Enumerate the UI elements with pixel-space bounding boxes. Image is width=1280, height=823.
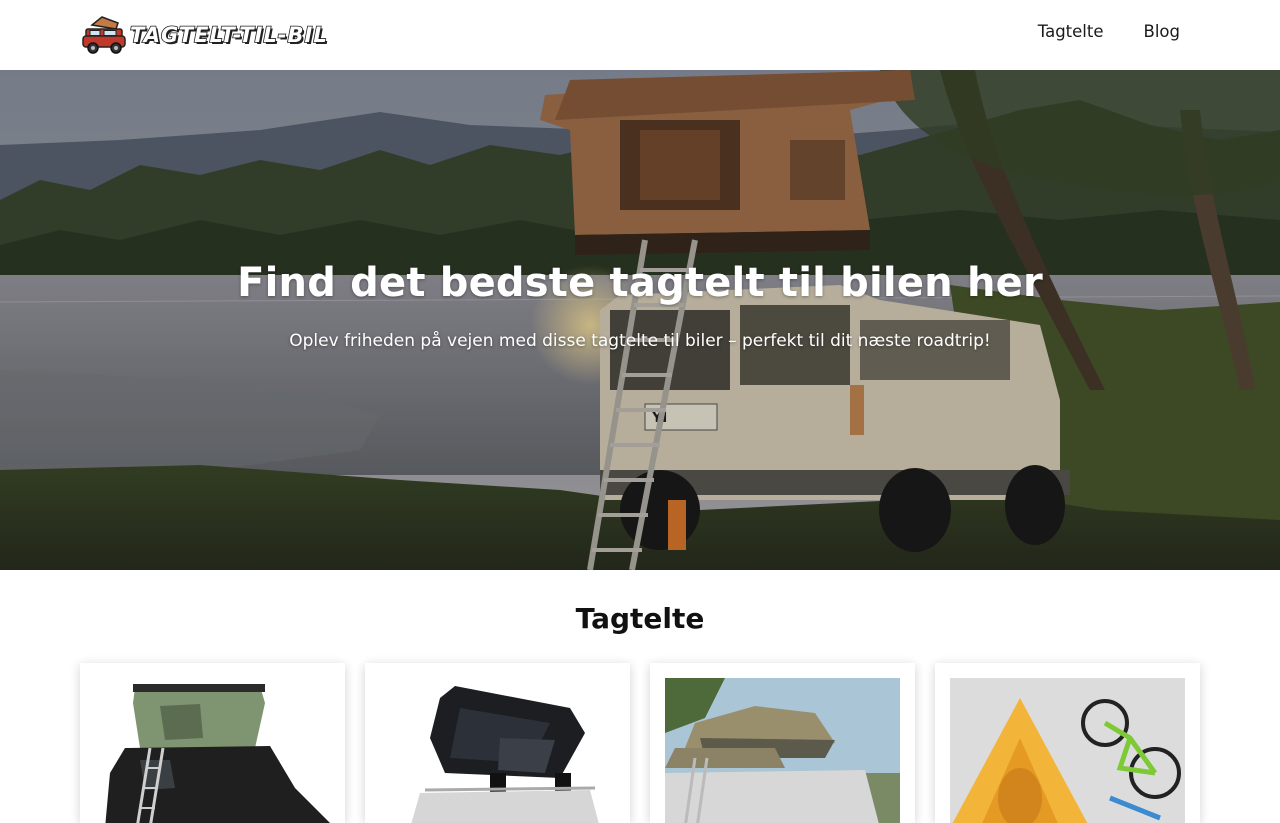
hero-title: Find det bedste tagtelt til bilen her: [237, 260, 1043, 306]
product-image-black-tent[interactable]: [380, 678, 615, 823]
product-card[interactable]: [935, 663, 1200, 823]
nav-link-tagtelte[interactable]: Tagtelte: [1038, 22, 1104, 41]
product-image-khaki-tent[interactable]: [665, 678, 900, 823]
main-nav: Tagtelte Blog: [1038, 22, 1180, 41]
site-header: TAGTELT-TIL-BIL Tagtelte Blog: [0, 0, 1280, 70]
product-image-green-tent[interactable]: [95, 678, 330, 823]
hero-subtitle: Oplev friheden på vejen med disse tagtel…: [289, 331, 991, 351]
products-heading: Tagtelte: [575, 602, 705, 635]
logo-text: TAGTELT-TIL-BIL: [129, 22, 328, 48]
product-grid: [80, 663, 1200, 823]
nav-link-blog[interactable]: Blog: [1144, 22, 1180, 41]
hero-banner: YI Find det bedste tagtelt til bilen her…: [0, 70, 1280, 570]
product-card[interactable]: [365, 663, 630, 823]
hero-overlay: [0, 70, 1280, 570]
car-with-roof-tent-icon: [82, 16, 126, 54]
site-logo[interactable]: TAGTELT-TIL-BIL: [80, 14, 328, 56]
product-card[interactable]: [650, 663, 915, 823]
product-image-yellow-tent[interactable]: [950, 678, 1185, 823]
product-card[interactable]: [80, 663, 345, 823]
